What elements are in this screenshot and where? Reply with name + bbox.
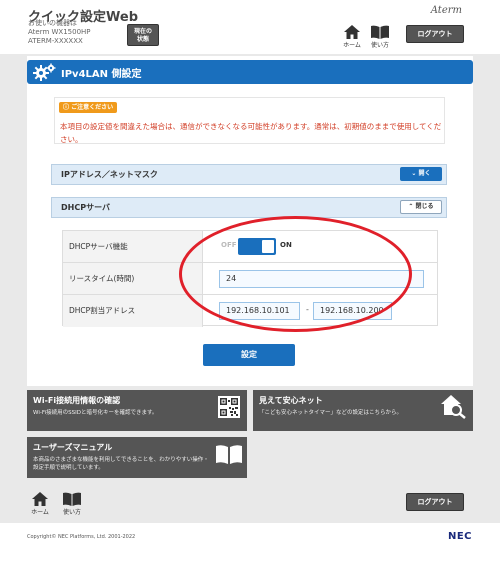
home-icon (32, 492, 48, 506)
tile-safe-net-desc: 「こども安心ネットタイマー」などの設定はこちらから。 (259, 410, 403, 416)
page-title-bar: IPv4LAN 側設定 (27, 60, 473, 84)
tile-safe-net[interactable]: 見えて安心ネット 「こども安心ネットタイマー」などの設定はこちらから。 (253, 390, 473, 431)
home-icon (344, 25, 360, 39)
chevron-down-icon: ⌄ (411, 170, 417, 177)
tile-wifi-title: Wi-Fi接続用情報の確認 (33, 396, 121, 405)
help-label: 使い方 (370, 42, 389, 49)
home-link[interactable]: ホーム (339, 25, 365, 49)
section-dhcp[interactable]: DHCPサーバ ⌃ 閉じる (51, 197, 447, 218)
dhcp-function-label: DHCPサーバ機能 (63, 231, 203, 262)
gear-icon (33, 63, 56, 81)
footer-home-link[interactable]: ホーム (27, 492, 53, 516)
help-link[interactable]: 使い方 (367, 25, 393, 49)
tile-manual-title: ユーザーズマニュアル (33, 443, 113, 452)
device-model: Aterm WX1500HP (28, 28, 91, 36)
page-title: IPv4LAN 側設定 (61, 69, 142, 80)
book-icon (371, 25, 389, 39)
book-icon (63, 492, 81, 506)
section-ip-mask-title: IPアドレス／ネットマスク (61, 170, 158, 179)
home-label: ホーム (343, 42, 361, 49)
current-status-button[interactable]: 現在の 状態 (127, 24, 159, 46)
collapse-label: 閉じる (415, 203, 434, 210)
tile-user-manual[interactable]: ユーザーズマニュアル 本商品のさまざまな機能を利用してできることを、わかりやすい… (27, 437, 247, 478)
device-label: お使いの機器は (28, 19, 77, 27)
footer-help-link[interactable]: 使い方 (59, 492, 85, 516)
set-button[interactable]: 設定 (203, 344, 295, 366)
bottom-strip (0, 523, 500, 582)
main-panel: IPv4LAN 側設定 ⓘ ご注意ください 本項目の設定値を間違えた場合は、通信… (27, 56, 473, 386)
highlight-oval (179, 216, 412, 332)
footer-logout-button[interactable]: ログアウト (406, 493, 464, 511)
device-id: ATERM-XXXXXX (28, 37, 83, 45)
copyright: Copyright© NEC Platforms, Ltd. 2001-2022 (27, 534, 136, 540)
qr-code-icon (218, 396, 240, 418)
header: クイック設定Web お使いの機器は Aterm WX1500HP ATERM-X… (0, 0, 500, 54)
footer-home-label: ホーム (31, 509, 49, 516)
expand-button[interactable]: ⌄ 開く (400, 167, 442, 181)
nec-logo: NEC (447, 531, 472, 542)
chevron-up-icon: ⌃ (408, 203, 414, 210)
expand-label: 開く (418, 170, 431, 177)
tile-manual-desc: 本商品のさまざまな機能を利用してできることを、わかりやすい操作・設定手順で説明し… (33, 457, 209, 471)
section-dhcp-title: DHCPサーバ (61, 203, 110, 212)
section-ip-mask[interactable]: IPアドレス／ネットマスク ⌄ 開く (51, 164, 447, 185)
status-button-line1: 現在の (133, 28, 152, 35)
collapse-button[interactable]: ⌃ 閉じる (400, 200, 442, 214)
tile-safe-net-title: 見えて安心ネット (259, 396, 323, 405)
dhcp-range-label: DHCP割当アドレス (63, 295, 203, 327)
home-search-icon (441, 395, 466, 419)
warning-icon: ⓘ (63, 104, 70, 111)
tile-wifi-desc: Wi-Fi接続用のSSIDと暗号化キーを確認できます。 (33, 410, 158, 416)
brand-logo: Aterm (430, 5, 462, 16)
tile-wifi-info[interactable]: Wi-Fi接続用情報の確認 Wi-Fi接続用のSSIDと暗号化キーを確認できます… (27, 390, 247, 431)
notice-badge: ⓘ ご注意ください (59, 102, 118, 113)
footer-help-label: 使い方 (62, 509, 81, 516)
logout-button[interactable]: ログアウト (406, 25, 464, 43)
notice-badge-text: ご注意ください (71, 104, 114, 111)
status-button-line2: 状態 (136, 36, 149, 43)
book-icon (216, 445, 242, 464)
notice-box: ⓘ ご注意ください 本項目の設定値を間違えた場合は、通信ができなくなる可能性があ… (54, 97, 445, 144)
notice-text: 本項目の設定値を間違えた場合は、通信ができなくなる可能性があります。通常は、初期… (60, 122, 442, 144)
